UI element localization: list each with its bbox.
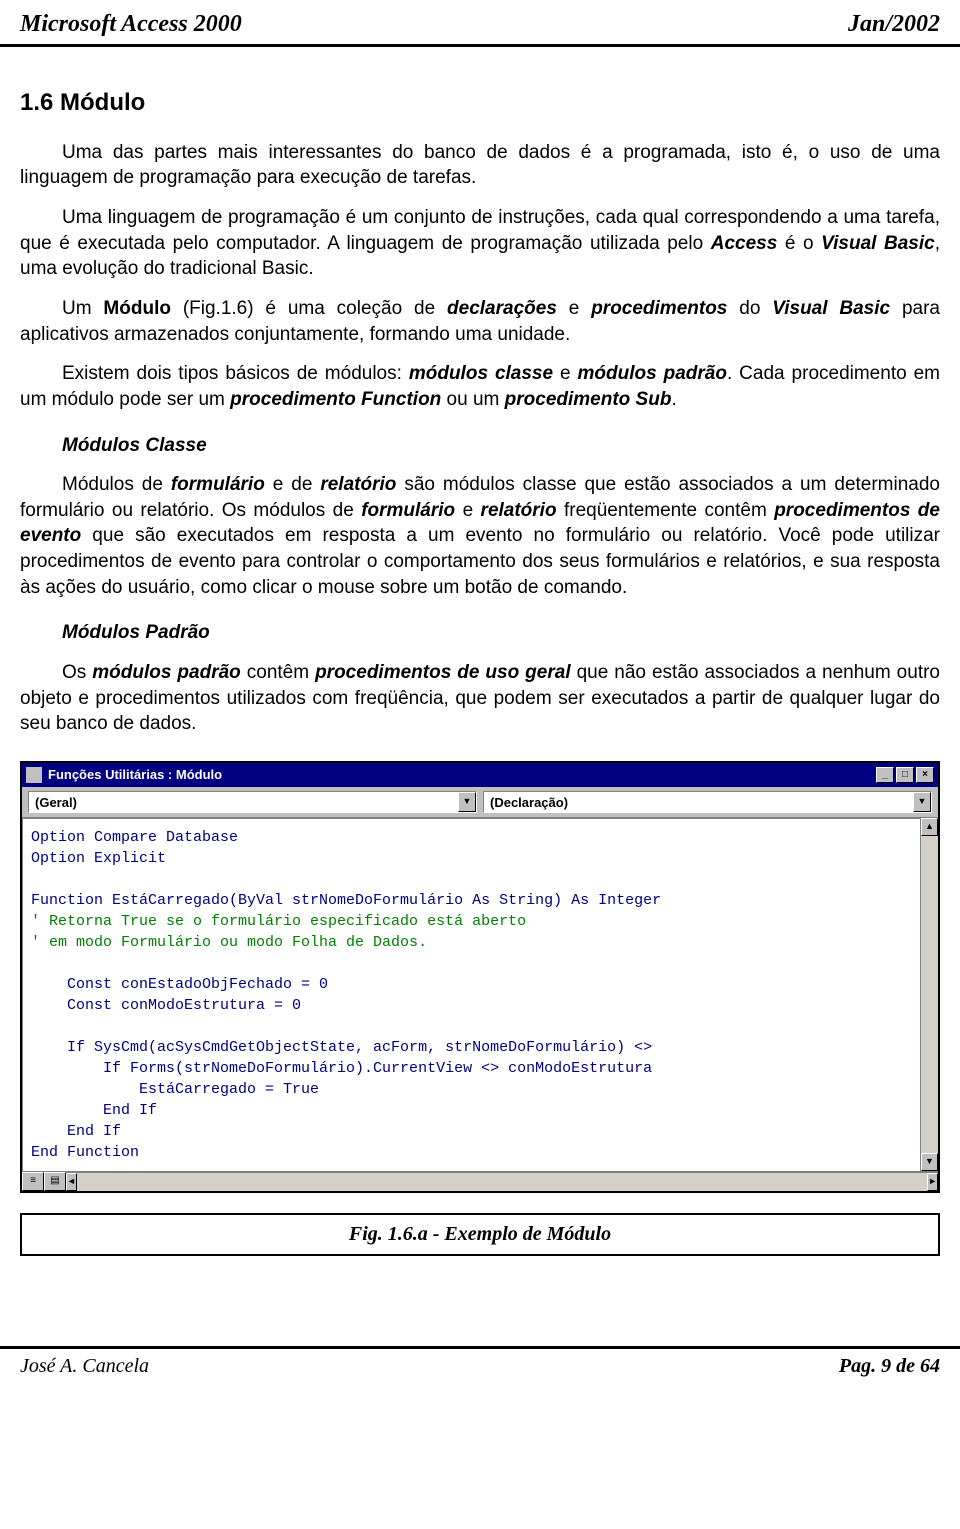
page-footer: José A. Cancela Pag. 9 de 64 [0,1346,960,1400]
scroll-down-icon[interactable]: ▼ [921,1153,938,1171]
object-combo[interactable]: (Geral) ▼ [28,791,477,813]
subheading-modulos-padrao: Módulos Padrão [62,620,940,646]
maximize-button[interactable]: □ [896,767,914,783]
scroll-right-icon[interactable]: ► [927,1173,938,1191]
subheading-modulos-classe: Módulos Classe [62,433,940,459]
minimize-button[interactable]: _ [876,767,894,783]
paragraph-3: Um Módulo (Fig.1.6) é uma coleção de dec… [20,296,940,347]
procedure-combo-value: (Declaração) [484,792,913,812]
paragraph-4: Existem dois tipos básicos de módulos: m… [20,361,940,412]
scroll-up-icon[interactable]: ▲ [921,818,938,836]
paragraph-modulos-classe: Módulos de formulário e de relatório são… [20,472,940,600]
header-left: Microsoft Access 2000 [20,8,242,40]
paragraph-2: Uma linguagem de programação é um conjun… [20,205,940,282]
code-area: Option Compare Database Option Explicit … [22,818,938,1171]
paragraph-modulos-padrao: Os módulos padrão contêm procedimentos d… [20,660,940,737]
procedure-combo[interactable]: (Declaração) ▼ [483,791,932,813]
window-titlebar[interactable]: Funções Utilitárias : Módulo _ □ × [22,763,938,787]
document-content: 1.6 Módulo Uma das partes mais interessa… [0,47,960,737]
close-button[interactable]: × [916,767,934,783]
full-module-view-button[interactable]: ▤ [44,1172,66,1191]
scroll-left-icon[interactable]: ◄ [66,1173,77,1191]
dropdown-arrow-icon[interactable]: ▼ [458,792,476,812]
window-title: Funções Utilitárias : Módulo [48,766,222,784]
section-title: 1.6 Módulo [20,87,940,119]
horizontal-scrollbar[interactable]: ◄ ► [66,1172,938,1191]
vertical-scrollbar[interactable]: ▲ ▼ [920,818,938,1171]
scroll-track[interactable] [77,1173,927,1191]
combo-row: (Geral) ▼ (Declaração) ▼ [22,787,938,818]
paragraph-1: Uma das partes mais interessantes do ban… [20,140,940,191]
vba-module-window: Funções Utilitárias : Módulo _ □ × (Gera… [20,761,940,1193]
footer-author: José A. Cancela [20,1353,149,1380]
bottom-bar: ≡ ▤ ◄ ► [22,1171,938,1191]
module-icon [26,767,42,783]
header-right: Jan/2002 [848,8,940,40]
code-pane[interactable]: Option Compare Database Option Explicit … [22,818,920,1171]
procedure-view-button[interactable]: ≡ [22,1172,44,1191]
page-header: Microsoft Access 2000 Jan/2002 [0,0,960,47]
footer-page: Pag. 9 de 64 [839,1353,940,1380]
object-combo-value: (Geral) [29,792,458,812]
dropdown-arrow-icon[interactable]: ▼ [913,792,931,812]
scroll-track[interactable] [921,836,938,1153]
figure-caption: Fig. 1.6.a - Exemplo de Módulo [20,1213,940,1256]
